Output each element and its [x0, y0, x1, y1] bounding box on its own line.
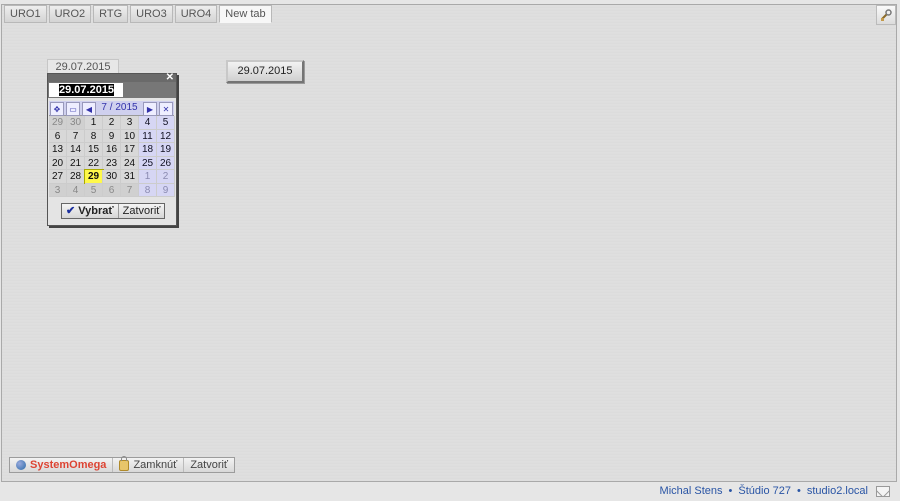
logout-button[interactable]: Zatvoriť — [184, 458, 234, 472]
calendar-day[interactable]: 11 — [139, 129, 157, 143]
date-input-wrap: 29.07.2015 — [48, 82, 176, 98]
date-button[interactable]: 29.07.2015 — [226, 60, 304, 83]
tab-uro3[interactable]: URO3 — [130, 5, 173, 23]
calendar-day[interactable]: 3 — [49, 183, 67, 197]
calendar-day[interactable]: 24 — [121, 156, 139, 170]
calendar-day[interactable]: 6 — [49, 129, 67, 143]
calendar-day[interactable]: 27 — [49, 170, 67, 184]
calendar-day[interactable]: 9 — [103, 129, 121, 143]
calendar-day[interactable]: 4 — [67, 183, 85, 197]
status-bar: Michal Stens • Štúdio 727 • studio2.loca… — [660, 484, 890, 498]
tools-button[interactable] — [876, 5, 896, 25]
select-button[interactable]: ✔ Vybrať — [62, 204, 119, 218]
calendar-day[interactable]: 26 — [157, 156, 175, 170]
calendar-day[interactable]: 25 — [139, 156, 157, 170]
calendar-day[interactable]: 23 — [103, 156, 121, 170]
calendar-day[interactable]: 1 — [139, 170, 157, 184]
bottom-toolbar: SystemOmega Zamknúť Zatvoriť — [9, 455, 236, 473]
date-input-value: 29.07.2015 — [59, 84, 115, 96]
month-year-label[interactable]: 7 / 2015 — [97, 101, 142, 115]
calendar-actions: ✔ Vybrať Zatvoriť — [61, 203, 166, 219]
calendar-day[interactable]: 5 — [157, 116, 175, 130]
calendar-day[interactable]: 29 — [49, 116, 67, 130]
calendar-day-selected[interactable]: 29 — [84, 169, 104, 185]
calendar-day[interactable]: 2 — [157, 170, 175, 184]
tab-new[interactable]: New tab — [219, 5, 272, 23]
calendar-day[interactable]: 10 — [121, 129, 139, 143]
calendar-day[interactable]: 3 — [121, 116, 139, 130]
tab-uro1[interactable]: URO1 — [4, 5, 47, 23]
calendar-day[interactable]: 7 — [121, 183, 139, 197]
omega-logo-icon — [16, 460, 26, 470]
calendar-day[interactable]: 8 — [85, 129, 103, 143]
date-picker-header: ✕ — [48, 72, 176, 83]
calendar-grid: 29 30 1 2 3 4 5 6 7 8 9 10 11 12 13 14 1… — [49, 116, 175, 197]
separator-dot: • — [728, 485, 733, 497]
calendar-day[interactable]: 8 — [139, 183, 157, 197]
calendar-day[interactable]: 28 — [67, 170, 85, 184]
move-icon[interactable]: ✥ — [50, 102, 64, 116]
user-name: Michal Stens — [659, 485, 723, 497]
calendar-day[interactable]: 14 — [67, 143, 85, 157]
calendar-day[interactable]: 17 — [121, 143, 139, 157]
calendar-day[interactable]: 12 — [157, 129, 175, 143]
calendar-day[interactable]: 19 — [157, 143, 175, 157]
app-name: SystemOmega — [30, 459, 107, 471]
calendar-day[interactable]: 6 — [103, 183, 121, 197]
today-icon[interactable]: ▭ — [66, 102, 80, 116]
date-input[interactable]: 29.07.2015 — [49, 83, 123, 97]
lock-button[interactable]: Zamknúť — [113, 455, 185, 472]
calendar-day[interactable]: 5 — [85, 183, 103, 197]
host-name: studio2.local — [806, 485, 868, 497]
calendar-day[interactable]: 15 — [85, 143, 103, 157]
lock-icon — [119, 455, 130, 471]
calendar-day[interactable]: 20 — [49, 156, 67, 170]
select-label: Vybrať — [78, 205, 114, 217]
lock-label: Zamknúť — [133, 459, 178, 471]
calendar-day[interactable]: 7 — [67, 129, 85, 143]
tools-icon — [881, 9, 892, 21]
calendar-day[interactable]: 4 — [139, 116, 157, 130]
system-omega-button[interactable]: SystemOmega — [10, 458, 114, 472]
calendar-day[interactable]: 1 — [85, 116, 103, 130]
date-picker-popup: ✕ 29.07.2015 ✥ ▭ ◀ 7 / 2015 ▶ ✕ 29 30 1 … — [47, 72, 177, 226]
tab-uro2[interactable]: URO2 — [48, 5, 92, 23]
mail-icon[interactable] — [876, 485, 890, 497]
tab-rtg[interactable]: RTG — [93, 5, 129, 23]
calendar-day[interactable]: 2 — [103, 116, 121, 130]
tab-bar: URO1 URO2 RTG URO3 URO4 New tab — [4, 5, 274, 23]
clear-icon[interactable]: ✕ — [159, 102, 173, 116]
calendar-day[interactable]: 18 — [139, 143, 157, 157]
calendar-day[interactable]: 13 — [49, 143, 67, 157]
close-button[interactable]: Zatvoriť — [118, 204, 165, 218]
tab-uro4[interactable]: URO4 — [174, 5, 218, 23]
calendar-day[interactable]: 30 — [103, 170, 121, 184]
studio-name: Štúdio 727 — [738, 485, 791, 497]
calendar-day[interactable]: 30 — [67, 116, 85, 130]
calendar-day[interactable]: 16 — [103, 143, 121, 157]
calendar-day[interactable]: 9 — [157, 183, 175, 197]
separator-dot: • — [796, 485, 801, 497]
next-month-icon[interactable]: ▶ — [143, 102, 157, 116]
calendar-nav: ✥ ▭ ◀ 7 / 2015 ▶ ✕ — [49, 101, 174, 116]
calendar-day[interactable]: 31 — [121, 170, 139, 184]
prev-month-icon[interactable]: ◀ — [82, 102, 96, 116]
calendar-day[interactable]: 22 — [85, 156, 103, 170]
checkmark-icon: ✔ — [66, 205, 76, 217]
calendar-day[interactable]: 21 — [67, 156, 85, 170]
